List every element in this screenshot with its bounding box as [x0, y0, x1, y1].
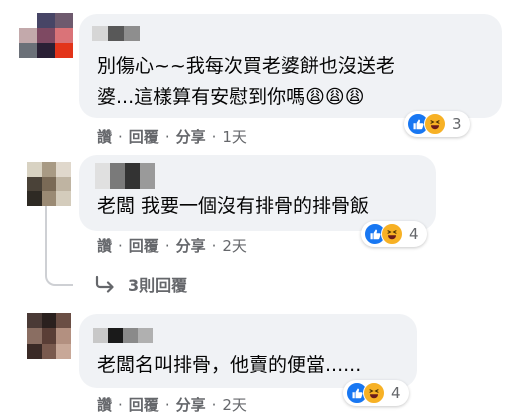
avatar-pixel — [56, 162, 71, 177]
avatar-pixel — [27, 328, 42, 344]
avatar-pixel — [55, 43, 73, 58]
comment-3-timestamp[interactable]: 2天 — [222, 394, 247, 415]
comment-1-text: 別傷心~~我每次買老婆餅也沒送老 婆...這樣算有安慰到你嗎😩😩😩 — [97, 55, 395, 108]
name-pixel — [92, 26, 108, 41]
avatar-pixel — [19, 43, 37, 58]
avatar-pixel — [56, 176, 71, 192]
comment-3-reactions[interactable]: 4 — [343, 380, 409, 406]
avatar-pixel — [55, 28, 73, 43]
avatar-pixel — [19, 28, 37, 43]
avatar-pixel — [27, 343, 42, 359]
comment-3-like-button[interactable]: 讚 — [97, 394, 112, 415]
comment-1-reply-button[interactable]: 回覆 — [129, 126, 159, 147]
comment-2-share-button[interactable]: 分享 — [176, 235, 206, 256]
reply-arrow-icon — [95, 275, 114, 293]
avatar-pixel — [41, 328, 57, 344]
avatar-pixel — [56, 313, 71, 329]
haha-icon — [381, 223, 403, 245]
separator-dot: · — [211, 236, 217, 255]
separator-dot: · — [118, 127, 123, 146]
commenter-3-name[interactable] — [93, 328, 153, 343]
view-replies-link[interactable]: 3則回覆 — [94, 272, 187, 296]
thread-connector-line — [45, 206, 73, 286]
avatar-pixel — [41, 343, 57, 359]
name-pixel — [123, 328, 138, 343]
avatar-pixel — [56, 343, 71, 359]
comment-1-like-button[interactable]: 讚 — [97, 126, 112, 147]
avatar-pixel — [27, 191, 42, 206]
commenter-3-avatar[interactable] — [27, 313, 71, 359]
name-pixel — [93, 328, 108, 343]
name-pixel — [108, 26, 124, 41]
name-pixel — [138, 328, 153, 343]
comment-2-reaction-count: 4 — [409, 225, 419, 243]
separator-dot: · — [164, 236, 170, 255]
comment-3-reaction-count: 4 — [391, 384, 401, 402]
separator-dot: · — [211, 395, 217, 414]
avatar-pixel — [37, 43, 55, 58]
separator-dot: · — [118, 395, 123, 414]
separator-dot: · — [211, 127, 217, 146]
avatar-pixel — [56, 191, 71, 206]
comment-1-reactions[interactable]: 3 — [404, 111, 470, 137]
separator-dot: · — [164, 127, 170, 146]
commenter-1-avatar[interactable] — [19, 13, 73, 58]
avatar-pixel — [27, 313, 42, 329]
haha-icon — [363, 382, 385, 404]
name-pixel — [124, 26, 140, 41]
comment-3-share-button[interactable]: 分享 — [176, 394, 206, 415]
avatar-pixel — [41, 191, 57, 206]
avatar-pixel — [37, 28, 55, 43]
avatar-pixel — [27, 176, 42, 192]
comment-3-reply-button[interactable]: 回覆 — [129, 394, 159, 415]
comment-1-share-button[interactable]: 分享 — [176, 126, 206, 147]
comment-1-actions: 讚 · 回覆 · 分享 · 1天 — [97, 126, 247, 147]
commenter-2-name[interactable] — [95, 163, 155, 189]
name-pixel — [140, 163, 155, 189]
avatar-pixel — [19, 13, 37, 28]
comment-1-reaction-count: 3 — [452, 115, 462, 133]
avatar-pixel — [41, 162, 57, 177]
avatar-pixel — [56, 328, 71, 344]
name-pixel — [95, 163, 110, 189]
comment-3-text: 老闆名叫排骨，他賣的便當...... — [97, 354, 362, 376]
commenter-1-name[interactable] — [92, 26, 140, 41]
haha-icon — [424, 113, 446, 135]
view-replies-label[interactable]: 3則回覆 — [128, 272, 187, 296]
avatar-pixel — [41, 313, 57, 329]
comment-2-reply-button[interactable]: 回覆 — [129, 235, 159, 256]
separator-dot: · — [164, 395, 170, 414]
comment-2-actions: 讚 · 回覆 · 分享 · 2天 — [97, 235, 247, 256]
name-pixel — [108, 328, 123, 343]
avatar-pixel — [37, 13, 55, 28]
avatar-pixel — [41, 176, 57, 192]
comment-2-like-button[interactable]: 讚 — [97, 235, 112, 256]
avatar-pixel — [27, 162, 42, 177]
comment-1-timestamp[interactable]: 1天 — [222, 126, 247, 147]
avatar-pixel — [55, 13, 73, 28]
commenter-2-avatar[interactable] — [27, 162, 71, 206]
comment-2-timestamp[interactable]: 2天 — [222, 235, 247, 256]
comment-2-reactions[interactable]: 4 — [361, 221, 427, 247]
comment-2-text: 老闆 我要一個沒有排骨的排骨飯 — [97, 195, 370, 217]
comment-3-actions: 讚 · 回覆 · 分享 · 2天 — [97, 394, 247, 415]
name-pixel — [125, 163, 140, 189]
separator-dot: · — [118, 236, 123, 255]
name-pixel — [110, 163, 125, 189]
